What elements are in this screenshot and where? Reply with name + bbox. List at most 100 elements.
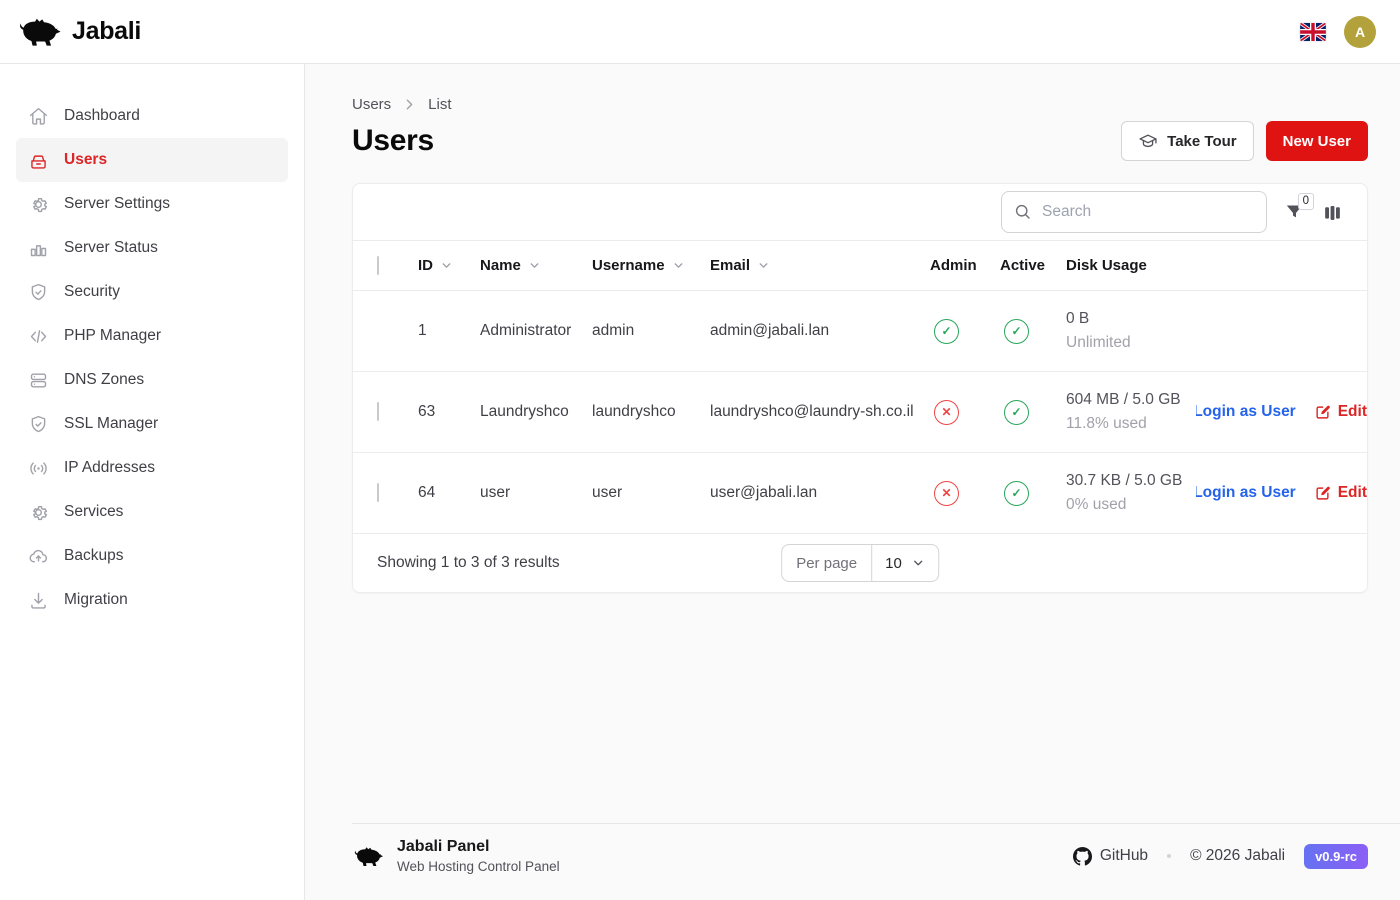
brand-name: Jabali <box>72 17 141 46</box>
github-icon <box>1073 847 1092 866</box>
new-user-button[interactable]: New User <box>1266 121 1368 161</box>
page-title: Users <box>352 124 434 158</box>
cell-id: 1 <box>418 322 480 340</box>
gear-icon <box>28 502 49 523</box>
cell-email: laundryshco@laundry-sh.co.il <box>710 403 930 421</box>
dot-separator <box>1167 854 1171 858</box>
sidebar-item-php-manager[interactable]: PHP Manager <box>16 314 288 358</box>
sidebar-item-ssl-manager[interactable]: SSL Manager <box>16 402 288 446</box>
cloud-upload-icon <box>28 546 49 567</box>
language-flag-icon[interactable] <box>1300 23 1326 41</box>
cell-username: admin <box>592 322 710 340</box>
filter-button[interactable]: 0 <box>1284 202 1305 223</box>
sidebar-item-backups[interactable]: Backups <box>16 534 288 578</box>
cell-id: 63 <box>418 403 480 421</box>
table-toolbar: 0 <box>353 184 1367 240</box>
copyright: © 2026 Jabali <box>1190 847 1285 865</box>
columns-icon <box>1322 202 1343 223</box>
search-icon <box>1013 202 1032 221</box>
table-row: 64 user user user@jabali.lan ✕ ✓ 30.7 KB… <box>353 453 1367 534</box>
cell-username: laundryshco <box>592 403 710 421</box>
cell-name: Administrator <box>480 322 592 340</box>
shield-check-icon <box>28 282 49 303</box>
edit-pencil-icon <box>1314 484 1332 502</box>
column-header-id[interactable]: ID <box>418 257 480 274</box>
footer: Jabali Panel Web Hosting Control Panel G… <box>352 823 1400 900</box>
cell-name: Laundryshco <box>480 403 592 421</box>
bar-chart-icon <box>28 238 49 259</box>
cell-username: user <box>592 484 710 502</box>
brand[interactable]: Jabali <box>16 14 141 50</box>
column-header-disk-usage: Disk Usage <box>1066 257 1196 274</box>
users-drawer-icon <box>28 150 49 171</box>
disk-usage-percent: Unlimited <box>1066 334 1196 352</box>
sidebar-item-security[interactable]: Security <box>16 270 288 314</box>
per-page-control: Per page 10 <box>781 544 939 582</box>
version-badge: v0.9-rc <box>1304 844 1368 869</box>
active-status-icon: ✓ <box>1004 400 1029 425</box>
columns-button[interactable] <box>1322 202 1343 223</box>
column-header-email[interactable]: Email <box>710 257 930 274</box>
github-link[interactable]: GitHub <box>1073 847 1148 866</box>
download-tray-icon <box>28 590 49 611</box>
sidebar-item-dashboard[interactable]: Dashboard <box>16 94 288 138</box>
user-avatar[interactable]: A <box>1344 16 1376 48</box>
footer-brand: Jabali Panel <box>397 838 560 856</box>
admin-status-icon: ✕ <box>934 400 959 425</box>
column-header-admin: Admin <box>930 257 1000 274</box>
login-as-user-link[interactable]: Login as User <box>1196 403 1296 421</box>
cell-email: user@jabali.lan <box>710 484 930 502</box>
code-icon <box>28 326 49 347</box>
breadcrumb-users[interactable]: Users <box>352 96 391 113</box>
sidebar-item-dns-zones[interactable]: DNS Zones <box>16 358 288 402</box>
gear-icon <box>28 194 49 215</box>
broadcast-icon <box>28 458 49 479</box>
table-row: 1 Administrator admin admin@jabali.lan ✓… <box>353 291 1367 372</box>
edit-link[interactable]: Edit <box>1314 403 1367 421</box>
chevron-right-icon <box>401 96 418 113</box>
breadcrumb-list: List <box>428 96 451 113</box>
login-as-user-link[interactable]: Login as User <box>1196 484 1296 502</box>
footer-tagline: Web Hosting Control Panel <box>397 859 560 874</box>
row-checkbox[interactable] <box>377 402 379 421</box>
cell-name: user <box>480 484 592 502</box>
shield-check-icon <box>28 414 49 435</box>
column-header-username[interactable]: Username <box>592 257 710 274</box>
sort-chevron-icon <box>440 259 453 272</box>
sort-chevron-icon <box>672 259 685 272</box>
disk-usage-value: 30.7 KB / 5.0 GB <box>1066 472 1196 490</box>
pagination-bar: Showing 1 to 3 of 3 results Per page 10 <box>353 534 1367 592</box>
search-input[interactable] <box>1001 191 1267 233</box>
cell-id: 64 <box>418 484 480 502</box>
sidebar-item-ip-addresses[interactable]: IP Addresses <box>16 446 288 490</box>
sidebar-item-migration[interactable]: Migration <box>16 578 288 622</box>
filter-count-badge: 0 <box>1298 193 1314 211</box>
top-bar: Jabali A <box>0 0 1400 64</box>
column-header-name[interactable]: Name <box>480 257 592 274</box>
take-tour-button[interactable]: Take Tour <box>1121 121 1253 161</box>
sidebar-item-server-status[interactable]: Server Status <box>16 226 288 270</box>
results-summary: Showing 1 to 3 of 3 results <box>377 554 560 572</box>
main-content: Users List Users Take Tour <box>305 64 1400 900</box>
sidebar-item-server-settings[interactable]: Server Settings <box>16 182 288 226</box>
per-page-select[interactable]: 10 <box>872 545 938 581</box>
disk-usage-value: 0 B <box>1066 310 1196 328</box>
disk-usage-percent: 11.8% used <box>1066 415 1196 433</box>
cell-email: admin@jabali.lan <box>710 322 930 340</box>
row-checkbox[interactable] <box>377 483 379 502</box>
chevron-down-icon <box>911 556 925 570</box>
select-all-checkbox[interactable] <box>377 256 379 275</box>
home-icon <box>28 106 49 127</box>
sidebar-item-services[interactable]: Services <box>16 490 288 534</box>
edit-link[interactable]: Edit <box>1314 484 1367 502</box>
column-header-active: Active <box>1000 257 1066 274</box>
sort-chevron-icon <box>528 259 541 272</box>
edit-pencil-icon <box>1314 403 1332 421</box>
sidebar: Dashboard Users Server Settings Server S… <box>0 64 305 900</box>
admin-status-icon: ✕ <box>934 481 959 506</box>
disk-usage-value: 604 MB / 5.0 GB <box>1066 391 1196 409</box>
sidebar-item-users[interactable]: Users <box>16 138 288 182</box>
users-table-card: 0 IDNameUsernameEmailAdminActiveDisk Usa… <box>352 183 1368 593</box>
boar-logo-icon <box>16 14 62 50</box>
active-status-icon: ✓ <box>1004 481 1029 506</box>
